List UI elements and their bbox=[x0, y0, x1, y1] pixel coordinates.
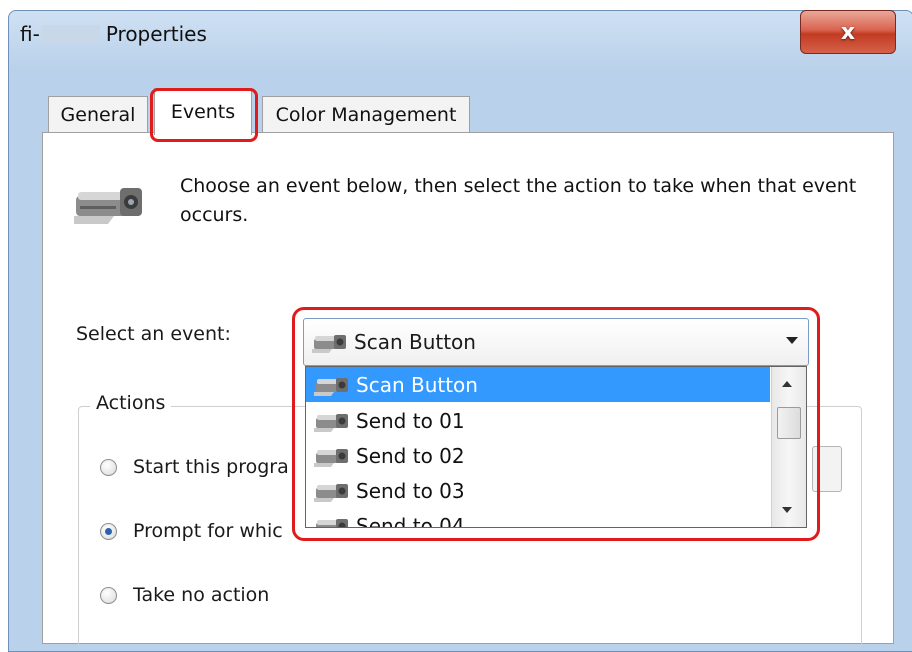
window-title: fi- Properties bbox=[20, 22, 207, 46]
actions-legend: Actions bbox=[90, 392, 172, 414]
tab-color-management[interactable]: Color Management bbox=[262, 96, 470, 133]
events-tab-highlight bbox=[150, 88, 258, 142]
radio-prompt-program-label: Prompt for whic bbox=[133, 520, 283, 542]
tab-color-management-label: Color Management bbox=[275, 104, 457, 126]
radio-take-no-action-button[interactable] bbox=[100, 586, 117, 604]
tab-general-label: General bbox=[60, 104, 136, 126]
scanner-icon bbox=[74, 188, 142, 224]
radio-prompt-program-button[interactable] bbox=[100, 522, 117, 540]
events-description: Choose an event below, then select the a… bbox=[180, 175, 857, 226]
radio-take-no-action-label: Take no action bbox=[133, 584, 270, 606]
radio-prompt-program[interactable]: Prompt for whic bbox=[100, 520, 283, 542]
close-icon: x bbox=[840, 19, 856, 45]
select-event-label: Select an event: bbox=[76, 323, 231, 345]
event-select-highlight bbox=[292, 307, 820, 541]
title-prefix: fi- bbox=[20, 22, 40, 46]
radio-take-no-action[interactable]: Take no action bbox=[100, 584, 269, 606]
title-suffix: Properties bbox=[105, 22, 207, 46]
tab-general[interactable]: General bbox=[48, 96, 148, 133]
redacted-model-name bbox=[41, 25, 100, 43]
close-button[interactable]: x bbox=[800, 10, 896, 54]
radio-start-program-label: Start this progra bbox=[133, 456, 289, 478]
radio-start-program-button[interactable] bbox=[100, 458, 117, 476]
radio-start-program[interactable]: Start this progra bbox=[100, 456, 289, 478]
